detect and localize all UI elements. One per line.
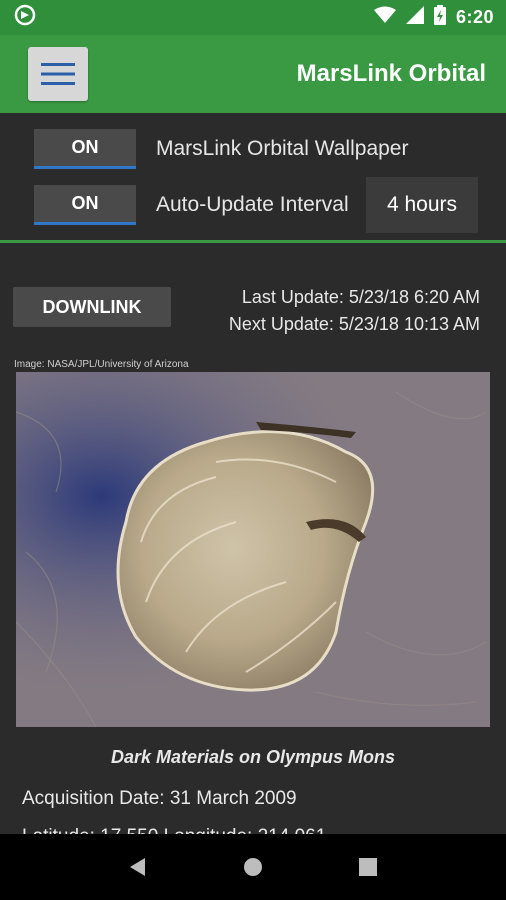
auto-update-toggle[interactable]: ON	[34, 185, 136, 225]
settings-panel: ON MarsLink Orbital Wallpaper ON Auto-Up…	[0, 113, 506, 241]
navigation-bar	[0, 834, 506, 900]
downlink-button[interactable]: DOWNLINK	[13, 287, 171, 327]
hamburger-menu-icon	[41, 63, 75, 85]
wallpaper-row: ON MarsLink Orbital Wallpaper	[0, 121, 506, 177]
signal-icon	[405, 6, 424, 29]
recents-icon	[359, 858, 378, 876]
last-update-text: Last Update: 5/23/18 6:20 AM	[241, 287, 480, 307]
wifi-icon	[373, 6, 396, 29]
app-bar: MarsLink Orbital	[0, 35, 506, 113]
wallpaper-label: MarsLink Orbital Wallpaper	[156, 137, 409, 160]
update-info: Last Update: 5/23/18 6:20 AM Next Update…	[229, 284, 480, 338]
image-caption: Dark Materials on Olympus Mons	[110, 747, 396, 767]
home-button[interactable]	[233, 847, 273, 887]
auto-update-row: ON Auto-Update Interval 4 hours	[0, 177, 506, 233]
mars-image[interactable]	[16, 372, 490, 727]
home-icon	[243, 858, 262, 876]
app-title: MarsLink Orbital	[296, 60, 486, 87]
status-time: 6:20	[455, 7, 494, 27]
auto-update-label: Auto-Update Interval	[156, 193, 349, 216]
acquisition-date: Acquisition Date: 31 March 2009	[22, 788, 297, 809]
wallpaper-toggle[interactable]: ON	[34, 129, 136, 169]
next-update-text: Next Update: 5/23/18 10:13 AM	[228, 314, 480, 334]
app-notification-icon	[14, 4, 36, 31]
interval-selector[interactable]: 4 hours	[366, 177, 478, 233]
green-divider	[0, 240, 506, 243]
menu-button[interactable]	[28, 47, 88, 101]
back-button[interactable]	[118, 847, 158, 887]
coordinates-text: Latitude: 17.550 Longitude: 214.061	[22, 826, 326, 834]
battery-icon	[433, 5, 446, 30]
status-bar: 6:20	[0, 0, 506, 35]
back-icon	[129, 858, 145, 876]
recents-button[interactable]	[348, 847, 388, 887]
image-credit: Image: NASA/JPL/University of Arizona	[14, 359, 189, 370]
